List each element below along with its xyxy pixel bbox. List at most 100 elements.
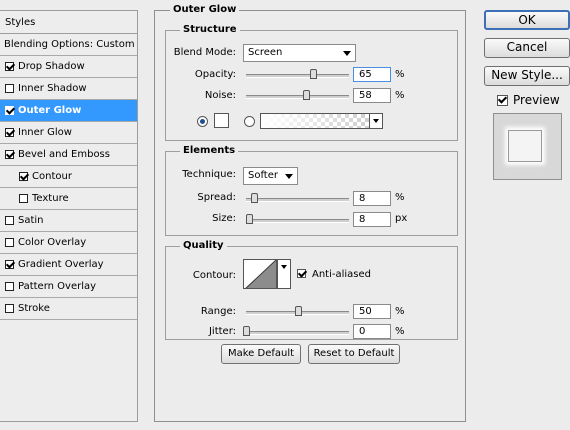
noise-slider-track[interactable] <box>246 95 349 99</box>
jitter-slider-track[interactable] <box>246 331 349 335</box>
quality-title: Quality <box>180 240 227 251</box>
style-item-contour[interactable]: Contour <box>0 166 137 188</box>
jitter-label: Jitter: <box>208 326 236 337</box>
style-item-label: Texture <box>32 193 69 204</box>
style-item-checkbox[interactable] <box>5 260 14 269</box>
noise-unit: % <box>395 90 405 101</box>
gradient-radio[interactable] <box>244 116 255 127</box>
technique-label: Technique: <box>182 169 236 180</box>
style-item-checkbox[interactable] <box>19 172 28 181</box>
style-item-checkbox[interactable] <box>5 216 14 225</box>
spread-input[interactable]: 8 <box>353 191 391 206</box>
size-slider-track[interactable] <box>246 219 349 223</box>
size-label: Size: <box>212 213 236 224</box>
size-input[interactable]: 8 <box>353 212 391 227</box>
style-item-inner-glow[interactable]: Inner Glow <box>0 122 137 144</box>
style-item-checkbox[interactable] <box>19 194 28 203</box>
style-item-pattern-overlay[interactable]: Pattern Overlay <box>0 276 137 298</box>
contour-dropdown-button[interactable] <box>277 259 291 289</box>
opacity-unit: % <box>395 69 405 80</box>
blending-options-label: Blending Options: Custom <box>4 39 135 50</box>
jitter-input[interactable]: 0 <box>353 324 391 339</box>
style-item-label: Outer Glow <box>18 105 82 116</box>
style-item-checkbox[interactable] <box>5 128 14 137</box>
styles-header[interactable]: Styles <box>0 11 137 34</box>
style-preview <box>493 113 562 180</box>
styles-header-label: Styles <box>5 16 36 28</box>
jitter-unit: % <box>395 326 405 337</box>
reset-to-default-button[interactable]: Reset to Default <box>308 344 400 364</box>
preview-swatch <box>508 130 542 162</box>
structure-title: Structure <box>180 24 240 35</box>
outer-glow-panel: Outer Glow Structure Blend Mode: Screen … <box>154 4 466 422</box>
quality-group: Quality Contour: Anti-aliased Range: 50 … <box>165 240 458 340</box>
style-item-outer-glow[interactable]: Outer Glow <box>0 100 137 122</box>
cancel-button[interactable]: Cancel <box>484 38 570 58</box>
style-item-checkbox[interactable] <box>5 150 14 159</box>
structure-group: Structure Blend Mode: Screen Opacity: 65… <box>165 24 458 141</box>
range-slider-thumb[interactable] <box>294 306 302 316</box>
technique-select[interactable]: Softer <box>243 167 298 185</box>
anti-aliased-checkbox[interactable] <box>297 269 306 278</box>
preview-checkbox[interactable] <box>497 95 508 106</box>
style-item-bevel-and-emboss[interactable]: Bevel and Emboss <box>0 144 137 166</box>
style-item-drop-shadow[interactable]: Drop Shadow <box>0 56 137 78</box>
make-default-button[interactable]: Make Default <box>221 344 301 364</box>
spread-slider-track[interactable] <box>246 198 349 202</box>
contour-label: Contour: <box>192 270 236 281</box>
blend-mode-select[interactable]: Screen <box>243 44 356 62</box>
range-label: Range: <box>200 306 236 317</box>
noise-slider-thumb[interactable] <box>302 90 310 100</box>
style-item-checkbox[interactable] <box>5 106 14 115</box>
style-item-label: Pattern Overlay <box>18 281 97 292</box>
elements-title: Elements <box>180 145 239 156</box>
opacity-slider-thumb[interactable] <box>309 69 317 79</box>
style-item-label: Color Overlay <box>18 237 87 248</box>
style-item-label: Stroke <box>18 303 50 314</box>
style-item-label: Inner Shadow <box>18 83 87 94</box>
style-item-inner-shadow[interactable]: Inner Shadow <box>0 78 137 100</box>
style-item-label: Bevel and Emboss <box>18 149 110 160</box>
gradient-dropdown-button[interactable] <box>369 113 383 129</box>
style-item-checkbox[interactable] <box>5 84 14 93</box>
noise-input[interactable]: 58 <box>353 88 391 103</box>
style-item-label: Inner Glow <box>18 127 72 138</box>
range-input[interactable]: 50 <box>353 304 391 319</box>
blending-options-item[interactable]: Blending Options: Custom <box>0 34 137 56</box>
size-slider-thumb[interactable] <box>246 214 254 224</box>
contour-picker[interactable] <box>243 259 277 289</box>
opacity-input[interactable]: 65 <box>353 67 391 82</box>
spread-slider-thumb[interactable] <box>251 193 259 203</box>
jitter-slider-thumb[interactable] <box>243 326 250 336</box>
opacity-slider-track[interactable] <box>246 74 349 78</box>
style-item-gradient-overlay[interactable]: Gradient Overlay <box>0 254 137 276</box>
style-item-satin[interactable]: Satin <box>0 210 137 232</box>
anti-aliased-label[interactable]: Anti-aliased <box>312 269 371 280</box>
style-item-checkbox[interactable] <box>5 304 14 313</box>
style-item-checkbox[interactable] <box>5 62 14 71</box>
chevron-down-icon <box>343 51 351 56</box>
style-item-checkbox[interactable] <box>5 282 14 291</box>
chevron-down-icon <box>285 174 293 179</box>
style-item-label: Satin <box>18 215 44 226</box>
new-style-button[interactable]: New Style... <box>484 66 570 86</box>
blend-mode-value: Screen <box>248 47 283 58</box>
style-item-label: Drop Shadow <box>18 61 85 72</box>
styles-list: Styles Blending Options: Custom Drop Sha… <box>0 10 138 422</box>
style-item-checkbox[interactable] <box>5 238 14 247</box>
opacity-label: Opacity: <box>194 69 236 80</box>
elements-group: Elements Technique: Softer Spread: 8 % S… <box>165 145 458 236</box>
ok-button[interactable]: OK <box>484 10 570 30</box>
solid-color-radio[interactable] <box>197 116 208 127</box>
style-item-stroke[interactable]: Stroke <box>0 298 137 320</box>
size-unit: px <box>395 213 408 224</box>
technique-value: Softer <box>248 170 278 181</box>
style-item-texture[interactable]: Texture <box>0 188 137 210</box>
style-item-label: Contour <box>32 171 72 182</box>
style-item-label: Gradient Overlay <box>18 259 104 270</box>
contour-curve-icon <box>245 260 276 288</box>
style-item-color-overlay[interactable]: Color Overlay <box>0 232 137 254</box>
glow-color-swatch[interactable] <box>214 113 229 128</box>
glow-gradient-picker[interactable] <box>260 113 370 129</box>
preview-label[interactable]: Preview <box>513 93 560 107</box>
